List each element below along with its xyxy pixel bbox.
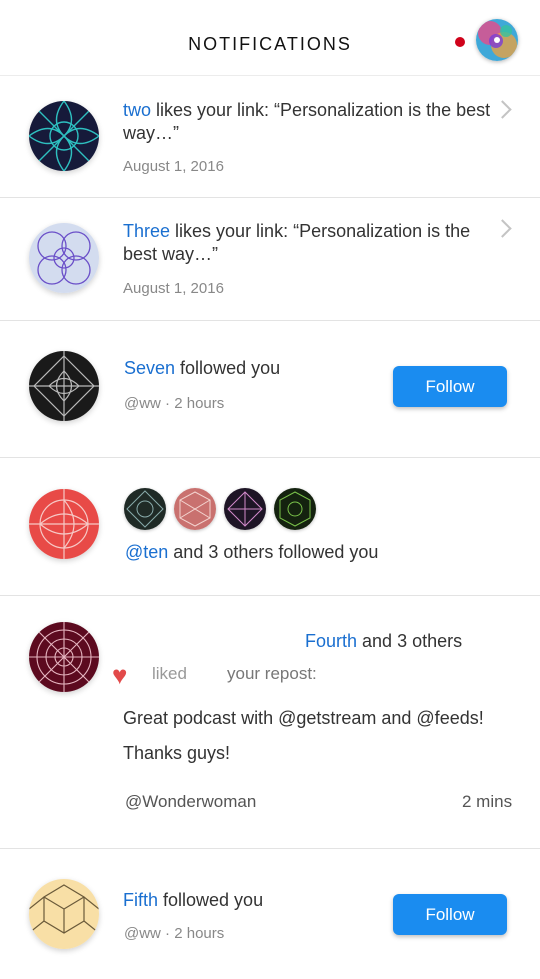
notification-row[interactable]: two likes your link: “Personalization is… — [0, 77, 540, 198]
repost-label: your repost: — [227, 664, 317, 683]
notification-text: @ten and 3 others followed you — [125, 542, 379, 562]
notification-row[interactable]: @ten and 3 others followed you — [0, 458, 540, 596]
repost-body: Great podcast with @getstream and @feeds… — [123, 708, 484, 763]
geometric-pattern-red-icon — [29, 489, 99, 559]
repost-author[interactable]: @Wonderwoman — [125, 792, 256, 812]
notification-text: Fourth and 3 others — [305, 631, 463, 651]
actor-link[interactable]: Three — [123, 221, 170, 241]
geometric-pattern-dark-icon[interactable] — [124, 488, 166, 530]
notification-text: two likes your link: “Personalization is… — [123, 100, 491, 143]
liked-label: liked — [152, 664, 187, 683]
header-bar: NOTIFICATIONS — [0, 0, 540, 76]
actor-link[interactable]: two — [123, 100, 151, 120]
actor-link[interactable]: @ten — [125, 542, 168, 562]
notification-text: Fifth followed you — [123, 890, 264, 910]
heart-icon: ♥ — [112, 660, 128, 690]
geometric-pattern-lavender-icon — [29, 223, 99, 293]
actor-link[interactable]: Fifth — [123, 890, 158, 910]
notification-text: Seven followed you — [124, 358, 281, 378]
notification-meta: @ww · 2 hours — [124, 395, 225, 412]
actor-link[interactable]: Seven — [124, 358, 175, 378]
geometric-pattern-navy-icon — [29, 101, 99, 171]
user-avatar-button[interactable] — [476, 19, 518, 61]
geometric-pattern-rose-icon[interactable] — [174, 488, 216, 530]
unread-dot-icon — [455, 37, 465, 47]
geometric-pattern-maroon-icon — [29, 622, 99, 692]
geometric-pattern-cream-icon — [29, 879, 99, 949]
follow-button[interactable]: Follow — [393, 894, 507, 935]
follow-button[interactable]: Follow — [393, 366, 507, 407]
notification-date: August 1, 2016 — [123, 280, 224, 297]
actor-link[interactable]: Fourth — [305, 631, 357, 651]
geometric-pattern-green-icon[interactable] — [274, 488, 316, 530]
notification-meta: @ww · 2 hours — [124, 925, 225, 942]
notification-text: Three likes your link: “Personalization … — [123, 221, 471, 264]
notification-row[interactable]: Fifth followed you @ww · 2 hours Follow — [0, 849, 540, 979]
geometric-pattern-purple-icon[interactable] — [224, 488, 266, 530]
notification-date: August 1, 2016 — [123, 158, 224, 175]
geometric-pattern-black-icon — [29, 351, 99, 421]
notification-row[interactable]: Seven followed you @ww · 2 hours Follow — [0, 321, 540, 458]
notification-row[interactable]: Fourth and 3 others ♥ liked your repost:… — [0, 596, 540, 849]
timestamp: 2 mins — [462, 792, 513, 811]
notification-row[interactable]: Three likes your link: “Personalization … — [0, 198, 540, 321]
